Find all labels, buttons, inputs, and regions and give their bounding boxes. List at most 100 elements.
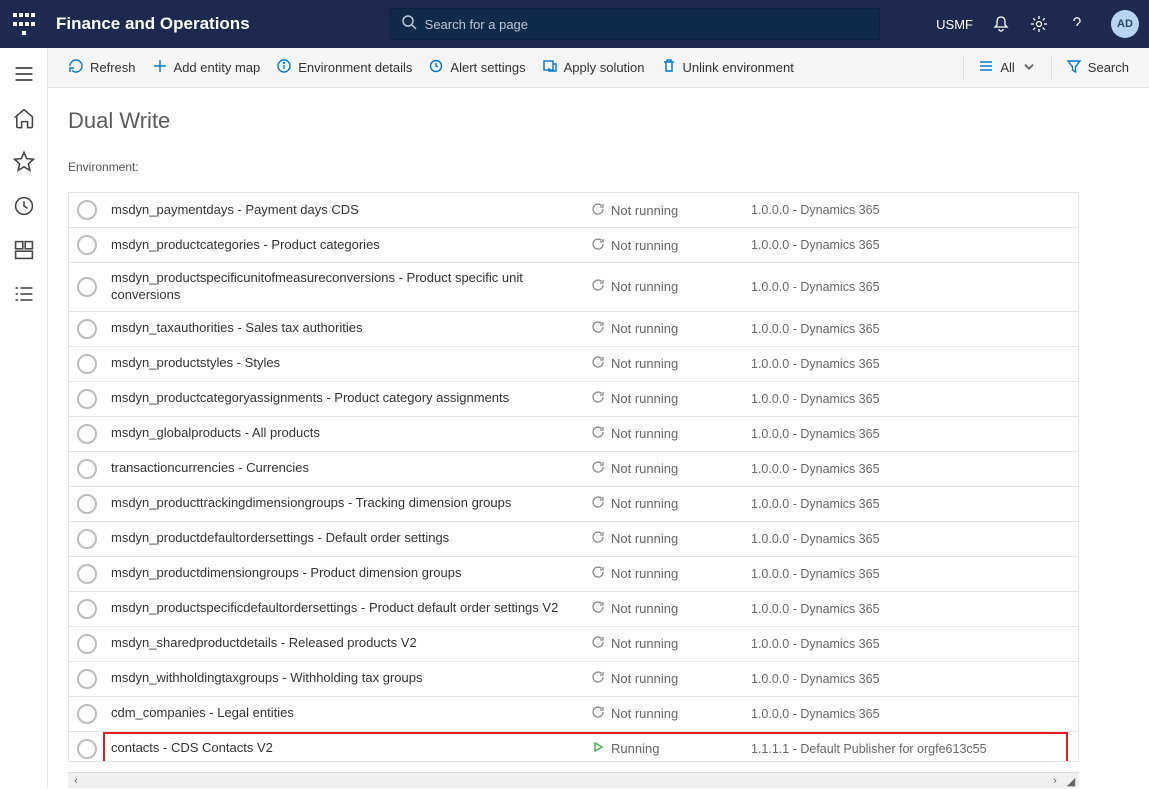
status-cell: Not running xyxy=(591,460,751,477)
add-entity-map-button[interactable]: Add entity map xyxy=(144,54,269,81)
refresh-small-icon xyxy=(591,278,605,295)
notifications-icon[interactable] xyxy=(991,14,1011,34)
table-row[interactable]: msdyn_productcategoryassignments - Produ… xyxy=(69,382,1078,417)
separator xyxy=(963,57,964,79)
filter-all-button[interactable]: All xyxy=(970,54,1044,81)
status-text: Not running xyxy=(611,671,678,686)
table-row[interactable]: msdyn_sharedproductdetails - Released pr… xyxy=(69,627,1078,662)
search-icon xyxy=(401,14,417,35)
environment-details-button[interactable]: Environment details xyxy=(268,54,420,81)
row-select-radio[interactable] xyxy=(77,389,97,409)
row-select-radio[interactable] xyxy=(77,564,97,584)
entity-map-name: msdyn_withholdingtaxgroups - Withholding… xyxy=(111,670,591,687)
entity-map-name: transactioncurrencies - Currencies xyxy=(111,460,591,477)
package-cell: 1.0.0.0 - Dynamics 365 xyxy=(751,497,1070,511)
table-row[interactable]: msdyn_productspecificunitofmeasureconver… xyxy=(69,263,1078,312)
package-cell: 1.0.0.0 - Dynamics 365 xyxy=(751,637,1070,651)
status-cell: Not running xyxy=(591,635,751,652)
waffle-menu-icon[interactable] xyxy=(10,10,38,38)
refresh-button[interactable]: Refresh xyxy=(60,54,144,81)
nav-modules-icon[interactable] xyxy=(12,282,36,306)
table-row[interactable]: contacts - CDS Contacts V2Running1.1.1.1… xyxy=(69,732,1078,762)
row-select-radio[interactable] xyxy=(77,529,97,549)
row-select-radio[interactable] xyxy=(77,739,97,759)
refresh-small-icon xyxy=(591,425,605,442)
package-cell: 1.0.0.0 - Dynamics 365 xyxy=(751,322,1070,336)
row-select-radio[interactable] xyxy=(77,459,97,479)
table-row[interactable]: msdyn_withholdingtaxgroups - Withholding… xyxy=(69,662,1078,697)
nav-home-icon[interactable] xyxy=(12,106,36,130)
entity-map-name: contacts - CDS Contacts V2 xyxy=(111,740,591,757)
table-row[interactable]: msdyn_productspecificdefaultordersetting… xyxy=(69,592,1078,627)
list-icon xyxy=(978,58,994,77)
filter-search-button[interactable]: Search xyxy=(1058,54,1137,81)
status-text: Not running xyxy=(611,461,678,476)
refresh-small-icon xyxy=(591,635,605,652)
row-select-radio[interactable] xyxy=(77,634,97,654)
table-row[interactable]: msdyn_productcategories - Product catego… xyxy=(69,228,1078,263)
page-body: Dual Write Environment: msdyn_paymentday… xyxy=(48,88,1149,772)
package-cell: 1.0.0.0 - Dynamics 365 xyxy=(751,427,1070,441)
row-select-radio[interactable] xyxy=(77,354,97,374)
nav-recent-icon[interactable] xyxy=(12,194,36,218)
table-row[interactable]: msdyn_productdefaultordersettings - Defa… xyxy=(69,522,1078,557)
table-row[interactable]: msdyn_globalproducts - All productsNot r… xyxy=(69,417,1078,452)
table-row[interactable]: transactioncurrencies - Currencies Not ru… xyxy=(69,452,1078,487)
table-row[interactable]: msdyn_productdimensiongroups - Product d… xyxy=(69,557,1078,592)
status-cell: Running xyxy=(591,740,751,757)
company-code[interactable]: USMF xyxy=(936,17,973,32)
filter-search-label: Search xyxy=(1088,60,1129,75)
status-text: Not running xyxy=(611,426,678,441)
global-search[interactable] xyxy=(390,8,880,40)
entity-map-name: msdyn_productstyles - Styles xyxy=(111,355,591,372)
entity-map-table[interactable]: msdyn_paymentdays - Payment days CDSNot … xyxy=(68,192,1079,762)
status-cell: Not running xyxy=(591,202,751,219)
help-icon[interactable] xyxy=(1067,14,1087,34)
scroll-right-icon[interactable]: › xyxy=(1047,773,1063,789)
app-title: Finance and Operations xyxy=(56,14,250,34)
separator xyxy=(1051,57,1052,79)
row-select-radio[interactable] xyxy=(77,319,97,339)
global-search-input[interactable] xyxy=(425,17,869,32)
status-text: Not running xyxy=(611,238,678,253)
settings-gear-icon[interactable] xyxy=(1029,14,1049,34)
row-select-radio[interactable] xyxy=(77,277,97,297)
entity-map-name: msdyn_productcategories - Product catego… xyxy=(111,237,591,254)
package-cell: 1.0.0.0 - Dynamics 365 xyxy=(751,392,1070,406)
table-row[interactable]: msdyn_taxauthorities - Sales tax authori… xyxy=(69,312,1078,347)
user-avatar[interactable]: AD xyxy=(1111,10,1139,38)
row-select-radio[interactable] xyxy=(77,235,97,255)
status-cell: Not running xyxy=(591,320,751,337)
row-select-radio[interactable] xyxy=(77,424,97,444)
nav-favorites-icon[interactable] xyxy=(12,150,36,174)
environment-details-label: Environment details xyxy=(298,60,412,75)
table-row[interactable]: msdyn_paymentdays - Payment days CDSNot … xyxy=(69,193,1078,228)
status-cell: Not running xyxy=(591,237,751,254)
row-select-radio[interactable] xyxy=(77,494,97,514)
row-select-radio[interactable] xyxy=(77,704,97,724)
scroll-left-icon[interactable]: ‹ xyxy=(68,773,84,789)
row-select-radio[interactable] xyxy=(77,200,97,220)
refresh-small-icon xyxy=(591,670,605,687)
table-row[interactable]: cdm_companies - Legal entitiesNot runnin… xyxy=(69,697,1078,732)
resize-grip-icon[interactable]: ◢ xyxy=(1063,773,1079,789)
row-select-radio[interactable] xyxy=(77,669,97,689)
nav-hamburger-icon[interactable] xyxy=(12,62,36,86)
apply-icon xyxy=(542,58,558,77)
add-entity-map-label: Add entity map xyxy=(174,60,261,75)
unlink-environment-button[interactable]: Unlink environment xyxy=(653,54,802,81)
apply-solution-button[interactable]: Apply solution xyxy=(534,54,653,81)
package-cell: 1.0.0.0 - Dynamics 365 xyxy=(751,462,1070,476)
package-cell: 1.0.0.0 - Dynamics 365 xyxy=(751,238,1070,252)
row-select-radio[interactable] xyxy=(77,599,97,619)
horizontal-scrollbar[interactable]: ‹ › ◢ xyxy=(68,772,1079,788)
alert-settings-button[interactable]: Alert settings xyxy=(420,54,533,81)
alert-icon xyxy=(428,58,444,77)
entity-map-name: msdyn_productdefaultordersettings - Defa… xyxy=(111,530,591,547)
package-cell: 1.0.0.0 - Dynamics 365 xyxy=(751,203,1070,217)
nav-workspaces-icon[interactable] xyxy=(12,238,36,262)
nav-rail xyxy=(0,48,48,788)
table-row[interactable]: msdyn_productstyles - StylesNot running1… xyxy=(69,347,1078,382)
table-row[interactable]: msdyn_producttrackingdimensiongroups - T… xyxy=(69,487,1078,522)
status-cell: Not running xyxy=(591,495,751,512)
